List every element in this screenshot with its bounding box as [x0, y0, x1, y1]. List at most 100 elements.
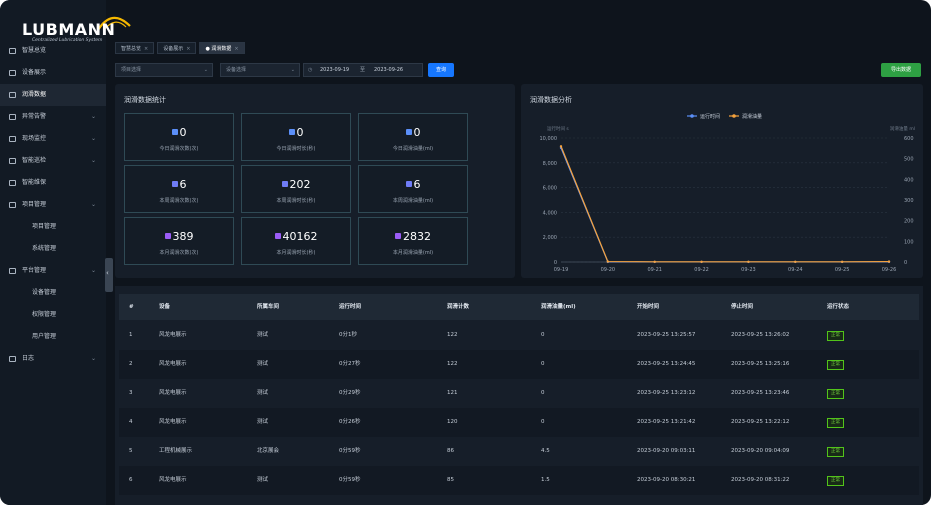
- device-select[interactable]: 设备选择 ⌄: [220, 63, 300, 77]
- table-row[interactable]: 3 风龙电展示 测试 0分29秒 121 0 2023-09-25 13:23:12 2023…: [119, 379, 919, 408]
- date-range-picker[interactable]: ◷ 2023-09-19 至 2023-09-26: [303, 63, 423, 77]
- sidebar-item[interactable]: 智慧总览: [0, 40, 106, 62]
- table-cell: 120: [447, 419, 458, 425]
- stat-card: 0 今日润滑次数(次): [124, 113, 234, 161]
- table-row[interactable]: 1 风龙电展示 测试 0分1秒 122 0 2023-09-25 13:25:57 2023-…: [119, 321, 919, 350]
- series-point: [653, 260, 656, 263]
- stats-panel-title: 润滑数据统计: [124, 96, 166, 104]
- close-icon[interactable]: ×: [234, 46, 238, 52]
- table-row[interactable]: 5 工程机械展示 北京展会 0分59秒 86 4.5 2023-09-20 09:03:11…: [119, 437, 919, 466]
- stat-number: 40162: [282, 230, 318, 243]
- brand-name: LUBMANN: [22, 20, 116, 39]
- table-header-cell: 润滑油量(ml): [541, 304, 576, 310]
- sidebar-item-label: 日志: [22, 355, 35, 362]
- export-button[interactable]: 导出数据: [881, 63, 921, 77]
- stat-card: 0 今日润滑时长(秒): [241, 113, 351, 161]
- sidebar-item[interactable]: 润滑数据: [0, 84, 106, 106]
- sidebar-item[interactable]: 日志 ⌄: [0, 348, 106, 370]
- stat-card: 389 本月润滑次数(次): [124, 217, 234, 265]
- stat-card: 202 本周润滑时长(秒): [241, 165, 351, 213]
- stat-label: 今日润滑时长(秒): [276, 146, 316, 152]
- sidebar-item-label: 权限管理: [32, 311, 57, 318]
- table-cell: 2023-09-25 13:23:46: [731, 390, 790, 396]
- table-cell: 121: [447, 390, 458, 396]
- stat-number: 389: [172, 230, 194, 243]
- stat-label: 本月润滑油量(ml): [392, 250, 434, 256]
- table-cell: 风龙电展示: [159, 361, 187, 367]
- table-cell: 测试: [257, 477, 269, 483]
- status-badge: 正常: [827, 331, 844, 341]
- sidebar-item[interactable]: 权限管理: [0, 304, 106, 326]
- stat-card: 6 本周润滑油量(ml): [358, 165, 468, 213]
- chevron-down-icon: ⌄: [203, 67, 208, 73]
- table-cell: 85: [447, 477, 454, 483]
- sidebar-item[interactable]: 平台管理 ⌄: [0, 260, 106, 282]
- stat-marker-icon: [405, 129, 412, 135]
- table-cell: 4.5: [541, 448, 550, 454]
- stat-marker-icon: [395, 233, 401, 239]
- table-cell: 风龙电展示: [159, 332, 187, 338]
- stat-label: 今日润滑油量(ml): [392, 146, 434, 152]
- stat-marker-icon: [281, 181, 288, 187]
- y-tick-right: 200: [904, 219, 914, 225]
- sidebar-item[interactable]: 异常告警 ⌄: [0, 106, 106, 128]
- app-window: LUBMANN Centralized Lubrication System 智…: [0, 0, 931, 505]
- sidebar-item[interactable]: 用户管理: [0, 326, 106, 348]
- stat-number: 6: [179, 178, 187, 191]
- date-separator: 至: [360, 67, 366, 73]
- table-row[interactable]: 6 风龙电展示 测试 0分59秒 85 1.5 2023-09-20 08:30:21 202…: [119, 466, 919, 495]
- search-button[interactable]: 查询: [428, 63, 454, 77]
- stat-marker-icon: [164, 233, 171, 239]
- sidebar-item[interactable]: 项目管理 ⌄: [0, 194, 106, 216]
- line-chart: 0 2,000 4,000 6,000 8,000 10,000 0 100 200 300 400…: [540, 113, 916, 273]
- table-header-cell: 开始时间: [637, 304, 660, 310]
- sidebar-item[interactable]: 智能巡检 ⌄: [0, 150, 106, 172]
- table-cell: 测试: [257, 419, 269, 425]
- sidebar-item[interactable]: 现场监控 ⌄: [0, 128, 106, 150]
- stat-label: 本周润滑时长(秒): [276, 198, 316, 204]
- y-tick-right: 300: [904, 198, 914, 204]
- table-cell: 1: [129, 332, 133, 338]
- table-header-cell: 润滑计数: [447, 304, 470, 310]
- x-tick-label: 09-22: [694, 267, 709, 273]
- stat-card: 6 本周润滑次数(次): [124, 165, 234, 213]
- y-tick-left: 8,000: [543, 161, 557, 167]
- legend-marker: [690, 114, 694, 118]
- legend-label[interactable]: 润滑油量: [742, 113, 762, 120]
- tab[interactable]: 智慧总览 ×: [115, 42, 155, 54]
- close-icon[interactable]: ×: [144, 46, 148, 52]
- table-cell: 6: [129, 477, 133, 483]
- series-point: [559, 145, 563, 148]
- table-cell: 风龙电展示: [159, 419, 187, 425]
- sidebar-item[interactable]: 智能维保: [0, 172, 106, 194]
- table-cell: 0: [541, 361, 545, 367]
- table-cell: 3: [129, 390, 133, 396]
- sidebar-item[interactable]: 项目管理: [0, 216, 106, 238]
- sidebar-item-label: 现场监控: [22, 135, 47, 142]
- sidebar-item-label: 平台管理: [22, 267, 47, 274]
- y-tick-right: 400: [904, 177, 914, 183]
- close-icon[interactable]: ×: [186, 46, 190, 52]
- table-row[interactable]: 4 风龙电展示 测试 0分26秒 120 0 2023-09-25 13:21:42 2023…: [119, 408, 919, 437]
- gear-icon: [9, 70, 16, 76]
- chevron-down-icon: ⌄: [90, 355, 96, 362]
- table-header-cell: 运行状态: [827, 304, 850, 310]
- legend-label[interactable]: 运行时间: [700, 113, 720, 120]
- stat-marker-icon: [288, 129, 295, 135]
- date-start: 2023-09-19: [320, 67, 350, 73]
- sidebar-item[interactable]: 设备展示: [0, 62, 106, 84]
- table-cell: 2023-09-20 09:03:11: [637, 448, 696, 454]
- sidebar-item[interactable]: 设备管理: [0, 282, 106, 304]
- status-badge: 正常: [827, 447, 844, 457]
- table-row[interactable]: 2 风龙电展示 测试 0分27秒 122 0 2023-09-25 13:24:45 2023…: [119, 350, 919, 379]
- stats-panel: 润滑数据统计 0 今日润滑次数(次) 0 今日润滑时长(秒) 0 今日润滑油量(ml) 6 本…: [115, 84, 515, 278]
- tab[interactable]: 设备展示 ×: [157, 42, 197, 54]
- sidebar-item[interactable]: 系统管理: [0, 238, 106, 260]
- table-cell: 2023-09-25 13:23:12: [637, 390, 696, 396]
- calendar-icon: ◷: [308, 67, 313, 73]
- tab[interactable]: ● 润滑数据 ×: [199, 42, 245, 54]
- stat-value: 0: [242, 126, 350, 139]
- project-select[interactable]: 项目选择 ⌄: [115, 63, 213, 77]
- sidebar-collapse-handle[interactable]: ‹: [105, 258, 113, 292]
- table-header-cell: 所属车间: [257, 304, 280, 310]
